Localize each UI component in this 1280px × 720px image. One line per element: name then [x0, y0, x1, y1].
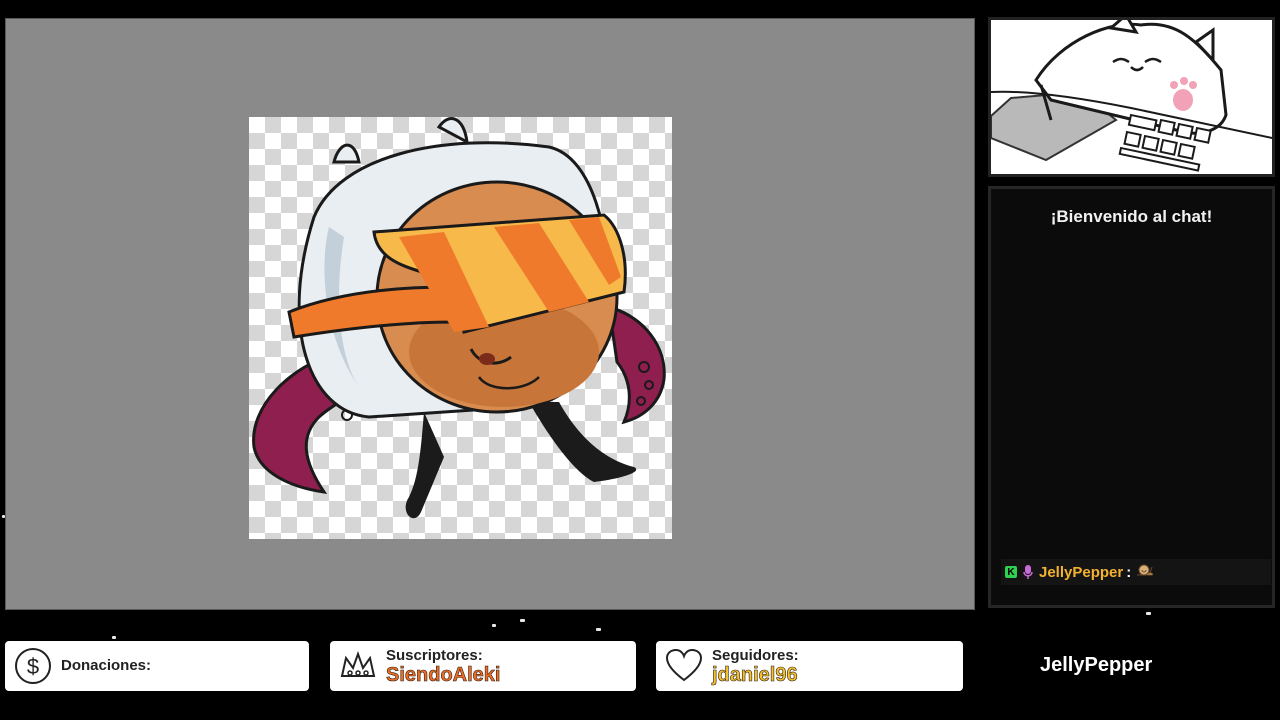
dollar-icon: $ — [15, 648, 51, 684]
drawing-canvas-panel[interactable] — [5, 18, 975, 610]
followers-label: Seguidores: — [712, 646, 799, 664]
chat-username[interactable]: JellyPepper — [1039, 564, 1123, 581]
subscribers-label: Suscriptores: — [386, 646, 483, 664]
webcam-cat-panel — [988, 17, 1275, 177]
snow-speck — [520, 619, 525, 622]
snow-speck — [112, 636, 116, 639]
chat-separator: : — [1126, 563, 1132, 581]
snow-speck — [596, 628, 601, 631]
bongo-cat-illustration — [991, 20, 1272, 174]
snow-speck — [1146, 612, 1151, 615]
heart-icon — [665, 648, 703, 682]
chat-message: K JellyPepper : — [1001, 559, 1271, 585]
octoling-character-illustration — [252, 117, 666, 519]
donations-label: Donaciones: — [61, 656, 152, 674]
stream-overlay: ¡Bienvenido al chat! K JellyPepper : $ D… — [0, 0, 1280, 720]
chat-welcome-title: ¡Bienvenido al chat! — [1050, 207, 1213, 226]
artwork-canvas[interactable] — [249, 117, 672, 539]
followers-box: Seguidores: jdaniel96 — [656, 641, 963, 691]
svg-text:$: $ — [27, 654, 39, 679]
followers-value: jdaniel96 — [712, 663, 798, 686]
chat-panel: ¡Bienvenido al chat! K JellyPepper : — [988, 186, 1275, 608]
snail-emote-icon — [1136, 563, 1154, 581]
donations-box: $ Donaciones: — [5, 641, 309, 691]
kick-badge-icon: K — [1005, 566, 1017, 578]
microphone-badge-icon — [1022, 565, 1034, 579]
snow-speck — [492, 624, 496, 627]
crown-icon — [340, 651, 376, 677]
subscribers-box: Suscriptores: SiendoAleki — [330, 641, 636, 691]
subscribers-value: SiendoAleki — [386, 663, 501, 686]
channel-name: JellyPepper — [1040, 654, 1153, 676]
